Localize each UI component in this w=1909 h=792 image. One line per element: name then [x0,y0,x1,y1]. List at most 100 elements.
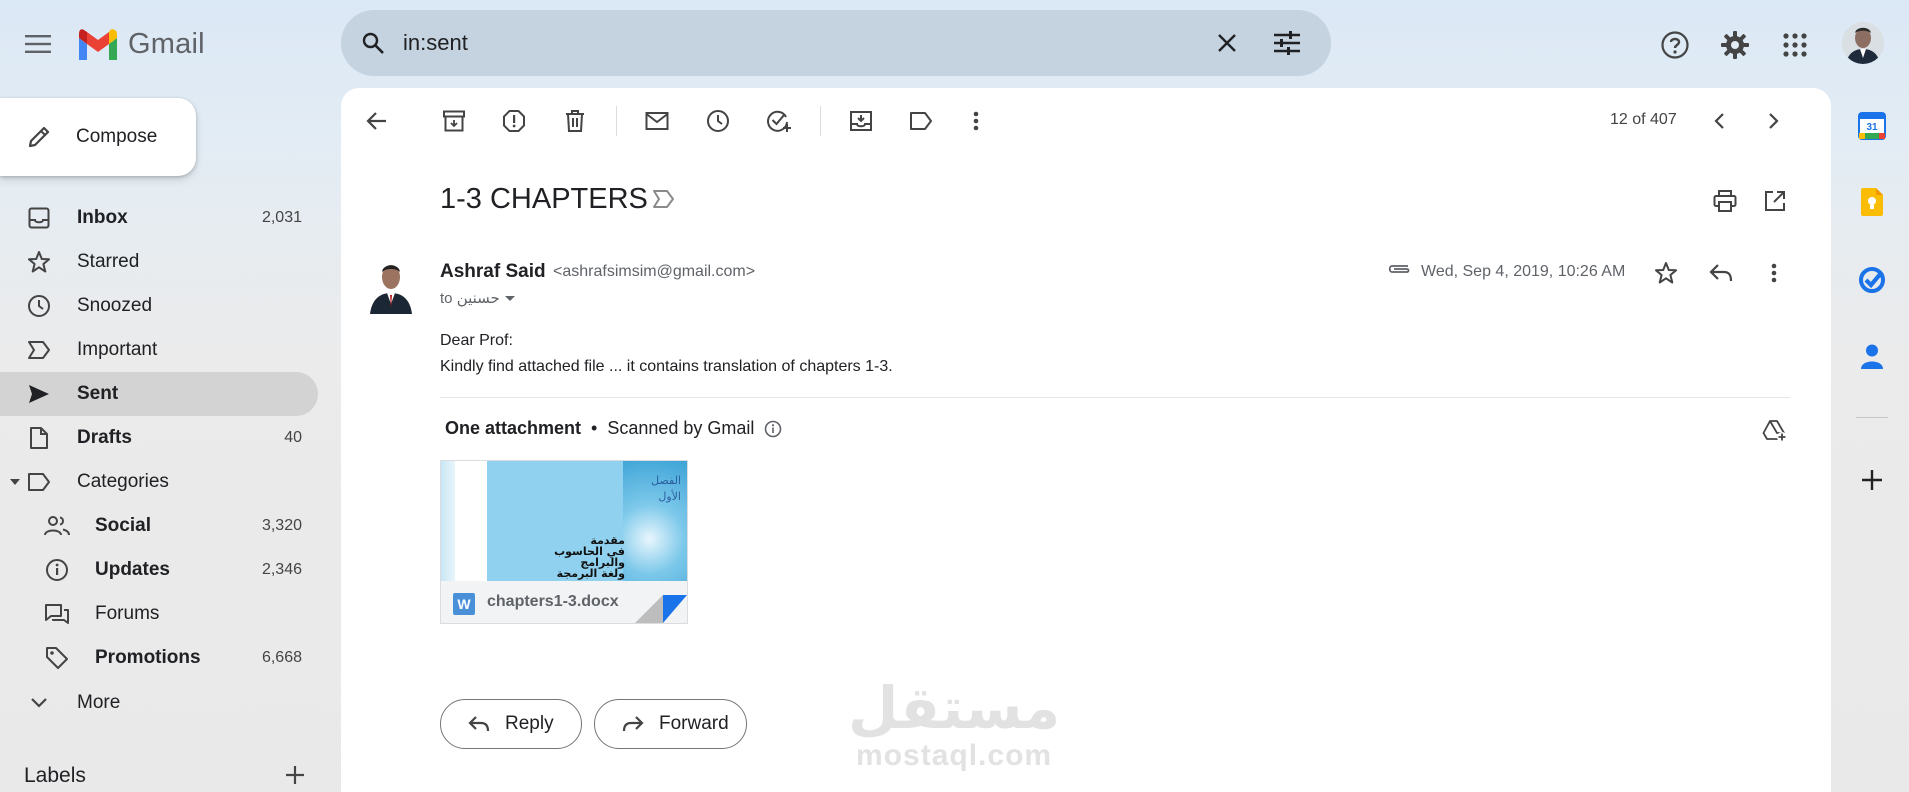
people-icon [44,513,70,539]
keep-icon[interactable] [1852,182,1892,222]
watermark-latin: mostaql.com [856,739,1053,772]
open-new-window-icon[interactable] [1760,186,1790,216]
nav-item-forums[interactable]: Forums [0,592,318,636]
importance-marker-icon[interactable] [652,189,678,213]
get-addons-plus-icon[interactable] [1852,460,1892,500]
thumbnail-title: الفصل الأول [651,474,681,503]
toolbar-divider [616,106,617,136]
settings-gear-icon[interactable] [1715,25,1755,65]
clear-search-icon[interactable] [1207,23,1247,63]
message-more-vert-icon[interactable] [1759,258,1789,288]
search-icon[interactable] [355,25,391,61]
reply-label: Reply [505,713,554,734]
nav-item-sent[interactable]: Sent [0,372,318,416]
compose-button[interactable]: Compose [0,98,196,176]
forum-icon [44,601,70,627]
calendar-day: 31 [1866,122,1878,133]
nav-item-promotions[interactable]: Promotions 6,668 [0,636,318,680]
attachment-thumbnail: الفصل الأول مقدمة في الحاسوب والبرامج ول… [441,461,687,581]
search-bar[interactable]: in:sent [341,10,1331,76]
nav-item-inbox[interactable]: Inbox 2,031 [0,196,318,240]
sender-avatar[interactable] [368,258,414,314]
reply-button[interactable]: Reply [440,699,582,749]
nav-label: Inbox [77,207,128,228]
attachment-paperclip-icon [1386,262,1412,280]
add-to-tasks-icon[interactable] [759,101,799,141]
google-apps-icon[interactable] [1775,25,1815,65]
nav-label: Snoozed [77,295,153,316]
nav-item-more[interactable]: More [0,681,318,725]
nav-item-updates[interactable]: Updates 2,346 [0,548,318,592]
gmail-logo[interactable]: Gmail [76,24,205,64]
scanned-label: Scanned by Gmail [607,418,755,438]
important-icon [26,337,52,363]
thumbnail-text: مقدمة في الحاسوب والبرامج ولغة البرمجة [554,534,625,580]
print-icon[interactable] [1710,186,1740,216]
reply-icon [467,712,491,736]
star-message-icon[interactable] [1651,258,1681,288]
delete-trash-icon[interactable] [555,101,595,141]
word-doc-icon: W [453,593,475,615]
contacts-icon[interactable] [1852,336,1892,376]
compose-label: Compose [76,126,158,147]
nav-item-categories[interactable]: Categories [0,460,318,504]
hamburger-icon [25,35,51,53]
search-options-icon[interactable] [1267,23,1307,63]
calendar-icon[interactable]: 31 [1852,106,1892,146]
chevron-down-icon [26,690,52,716]
create-label-plus-icon[interactable] [282,762,308,788]
back-arrow-icon[interactable] [357,101,397,141]
labels-heading: Labels [24,764,86,787]
page-fold-corner-icon [635,595,687,623]
email-body: Dear Prof: Kindly find attached file ...… [440,328,893,380]
nav-item-starred[interactable]: Starred [0,240,318,284]
reply-arrow-icon[interactable] [1706,258,1736,288]
nav-item-important[interactable]: Important [0,328,318,372]
sender-photo-icon [368,258,414,314]
label-as-icon[interactable] [901,101,941,141]
account-avatar[interactable] [1842,22,1884,64]
gmail-m-icon [79,29,117,60]
move-to-icon[interactable] [841,101,881,141]
pencil-icon [24,122,54,152]
attachments-count: One attachment [445,418,582,438]
nav-item-social[interactable]: Social 3,320 [0,504,318,548]
nav-label: Important [77,339,158,360]
attachment-filename: chapters1-3.docx [487,593,619,610]
forward-label: Forward [659,713,729,734]
main-menu-button[interactable] [20,26,56,62]
nav-label: Social [95,515,151,536]
label-icon [26,469,52,495]
nav-item-snoozed[interactable]: Snoozed [0,284,318,328]
scan-info-icon[interactable] [764,420,782,438]
snooze-clock-icon[interactable] [698,101,738,141]
recipient-line[interactable]: to حسنين [440,289,516,307]
page-count: 12 of 407 [1610,111,1677,128]
nav-label: Starred [77,251,140,272]
nav-count: 2,031 [261,209,302,226]
caret-down-icon[interactable] [9,476,21,488]
older-chevron-right-icon[interactable] [1754,101,1794,141]
newer-chevron-left-icon[interactable] [1699,101,1739,141]
body-divider [440,397,1790,398]
attachment-card[interactable]: الفصل الأول مقدمة في الحاسوب والبرامج ول… [440,460,688,624]
add-to-drive-icon[interactable] [1760,416,1790,446]
attachments-header: One attachment • Scanned by Gmail [445,418,782,439]
watermark-arabic: مستقل [848,674,1061,742]
email-subject: 1-3 CHAPTERS [440,183,648,215]
toolbar-divider [820,106,821,136]
mark-unread-mail-icon[interactable] [637,101,677,141]
nav-item-drafts[interactable]: Drafts 40 [0,416,318,460]
search-input[interactable]: in:sent [403,30,1207,56]
help-icon[interactable] [1655,25,1695,65]
tasks-icon[interactable] [1852,260,1892,300]
more-vert-icon[interactable] [956,101,996,141]
app-name: Gmail [128,27,205,60]
forward-icon [621,712,645,736]
draft-file-icon [26,425,52,451]
archive-icon[interactable] [434,101,474,141]
recipient-caret-down-icon[interactable] [504,293,516,303]
forward-button[interactable]: Forward [594,699,747,749]
report-spam-icon[interactable] [494,101,534,141]
inbox-icon [26,205,52,231]
